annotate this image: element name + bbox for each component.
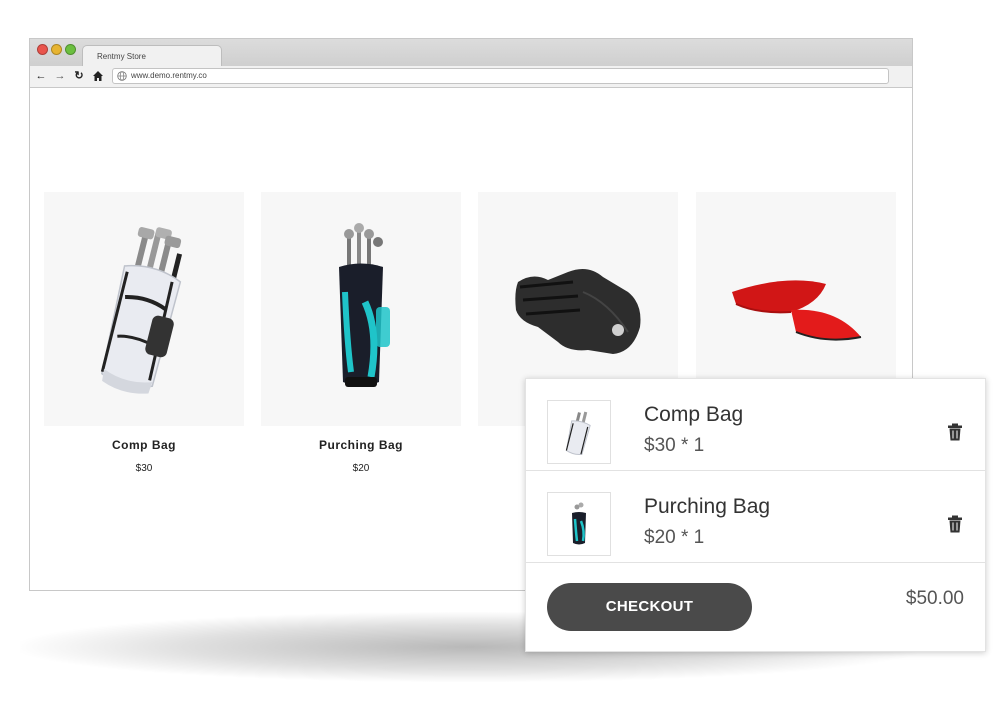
browser-tab[interactable]: Rentmy Store xyxy=(82,45,222,66)
trash-icon[interactable] xyxy=(947,515,963,533)
cart-item-quantity: $30 * 1 xyxy=(644,435,705,456)
back-arrow-icon[interactable]: ← xyxy=(35,70,47,82)
cart-item-name[interactable]: Comp Bag xyxy=(644,403,743,427)
cart-item-thumbnail xyxy=(547,400,611,464)
product-card-purching-bag[interactable] xyxy=(261,192,461,426)
reload-icon[interactable]: ↻ xyxy=(73,70,85,82)
checkout-button[interactable]: CHECKOUT xyxy=(547,583,752,631)
cart-item: Comp Bag $30 * 1 xyxy=(526,379,985,471)
cart-item-name[interactable]: Purching Bag xyxy=(644,495,770,519)
tab-title: Rentmy Store xyxy=(97,52,146,61)
maximize-window-button[interactable] xyxy=(65,44,76,55)
mini-cart: Comp Bag $30 * 1 Purching Bag $20 * 1 CH… xyxy=(525,378,986,652)
cart-item-thumbnail xyxy=(547,492,611,556)
home-icon[interactable] xyxy=(92,70,104,82)
product-name[interactable]: Comp Bag xyxy=(44,438,244,452)
product-name[interactable]: Purching Bag xyxy=(261,438,461,452)
white-golf-bag-thumb xyxy=(565,411,591,455)
product-card-comp-bag[interactable] xyxy=(44,192,244,426)
window-controls xyxy=(37,44,76,55)
teal-golf-bag-thumb xyxy=(572,502,586,545)
trash-icon[interactable] xyxy=(947,423,963,441)
forward-arrow-icon[interactable]: → xyxy=(54,70,66,82)
teal-golf-bag-image xyxy=(339,223,390,387)
product-price: $20 xyxy=(352,463,370,474)
minimize-window-button[interactable] xyxy=(51,44,62,55)
browser-toolbar: ← → ↻ www.demo.rentmy.co xyxy=(30,66,912,88)
cart-total: $50.00 xyxy=(905,588,964,609)
address-bar[interactable]: www.demo.rentmy.co xyxy=(112,68,889,84)
white-golf-bag-image xyxy=(100,227,183,394)
title-bar: Rentmy Store xyxy=(30,39,912,66)
globe-icon xyxy=(117,71,127,81)
close-window-button[interactable] xyxy=(37,44,48,55)
url-text: www.demo.rentmy.co xyxy=(131,71,207,80)
cart-item-quantity: $20 * 1 xyxy=(644,527,705,548)
product-price: $30 xyxy=(135,463,153,474)
cart-item: Purching Bag $20 * 1 xyxy=(526,471,985,563)
